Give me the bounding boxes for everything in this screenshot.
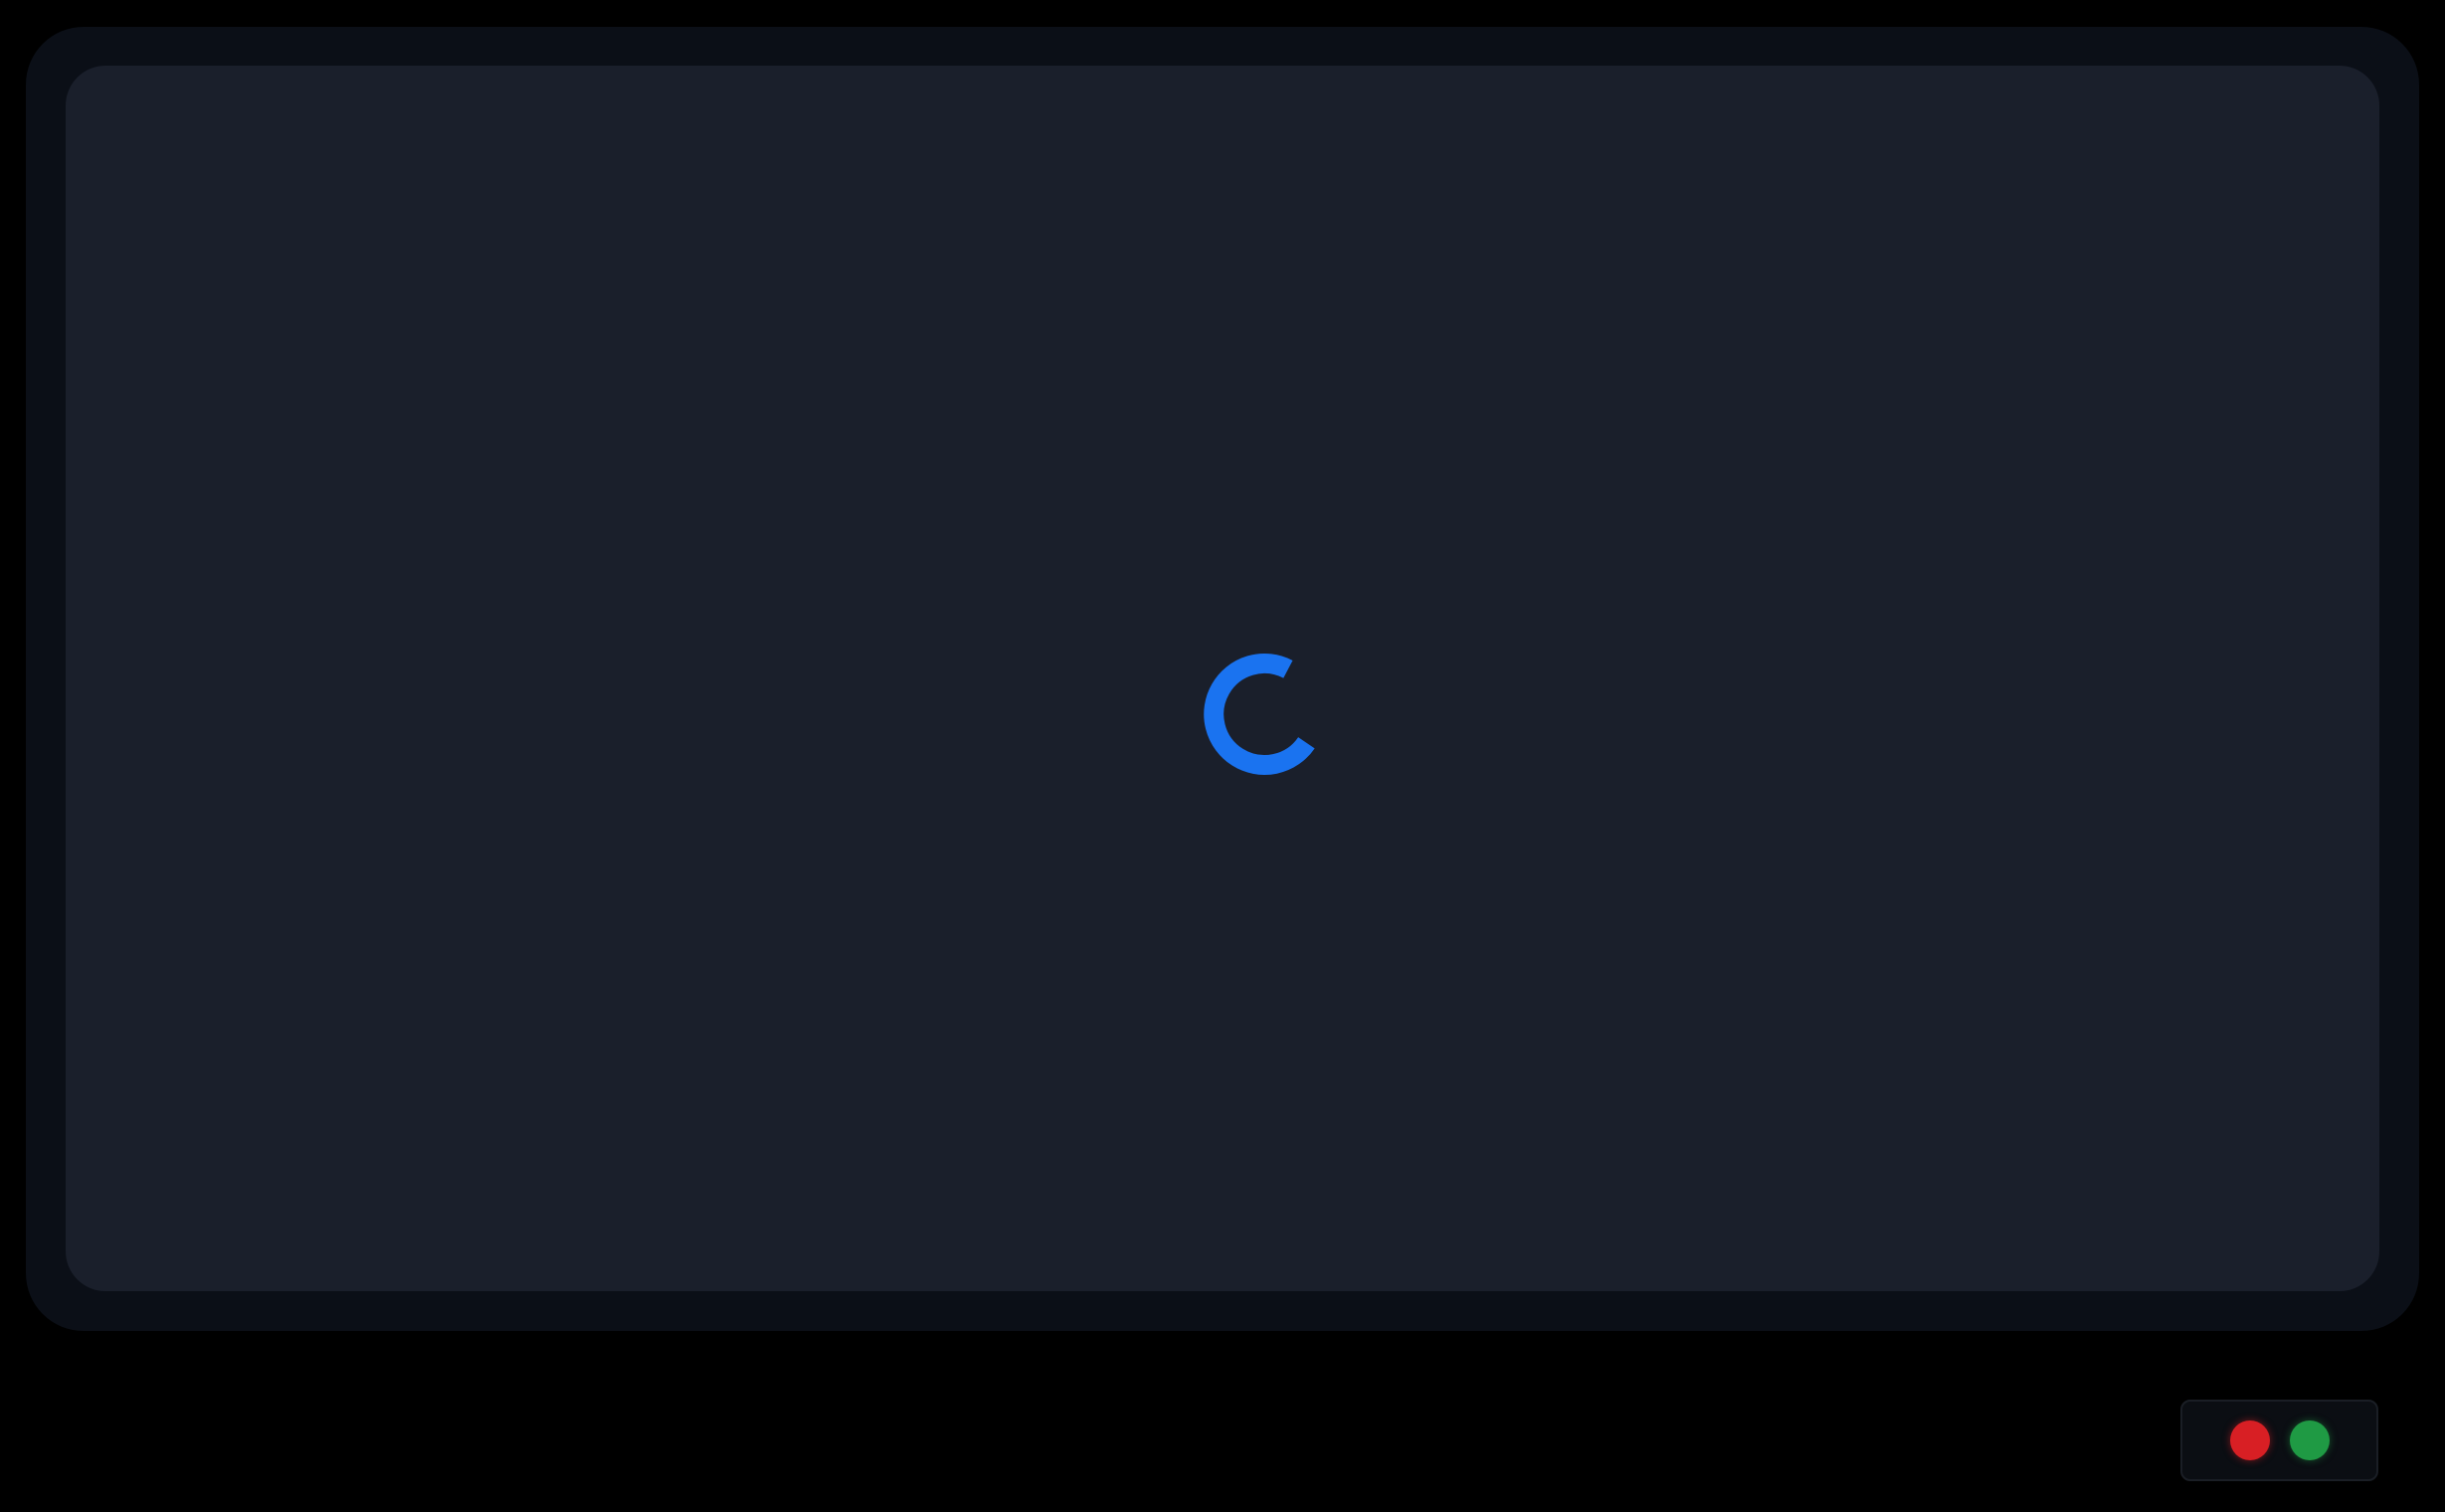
device-frame xyxy=(26,27,2419,1331)
loading-spinner-icon xyxy=(1200,650,1329,779)
green-indicator-icon xyxy=(2289,1420,2330,1460)
red-indicator-icon xyxy=(2229,1420,2270,1460)
status-indicator-tray xyxy=(2180,1400,2378,1481)
spinner-arc xyxy=(1204,654,1315,775)
display-screen xyxy=(66,66,2379,1291)
spinner-graphic xyxy=(1204,654,1315,775)
